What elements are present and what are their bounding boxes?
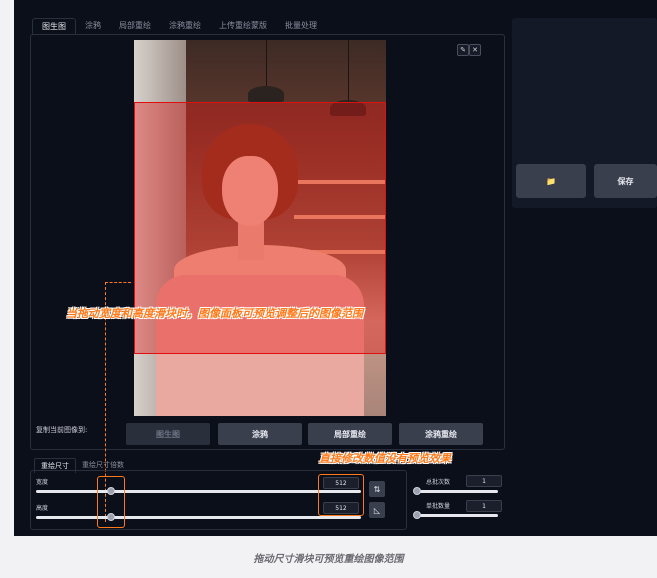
height-slider[interactable]	[36, 516, 361, 519]
tab-inpaint[interactable]: 局部重绘	[110, 18, 160, 34]
figure-caption: 拖动尺寸滑块可预览重绘图像范围	[253, 554, 404, 565]
folder-icon: 📁	[546, 176, 556, 186]
open-folder-button[interactable]: 📁	[516, 164, 586, 198]
aspect-ratio-button[interactable]: ◺	[369, 502, 385, 518]
overlay-annotation: 当拖动宽度和高度滑块时，图像面板可预览调整后的图像范围	[66, 307, 363, 320]
input-annotation: 直接修改数值没有预览效果	[319, 452, 451, 465]
mode-tabs: 图生图 涂鸦 局部重绘 涂鸦重绘 上传重绘蒙版 批量处理	[32, 18, 326, 35]
edit-icon[interactable]: ✎	[457, 44, 469, 56]
batch-size-input[interactable]: 1	[466, 500, 502, 512]
copy-to-label: 复制当前图像到:	[36, 426, 88, 434]
slider-highlight	[97, 476, 125, 528]
input-highlight	[318, 474, 364, 516]
batch-count-thumb[interactable]	[413, 487, 421, 495]
batch-size-slider[interactable]	[414, 514, 498, 517]
input-image[interactable]	[134, 40, 386, 416]
tab-sketch[interactable]: 涂鸦	[76, 18, 110, 34]
width-slider[interactable]	[36, 490, 361, 493]
width-label: 宽度	[36, 479, 49, 486]
batch-count-input[interactable]: 1	[466, 475, 502, 487]
batch-count-label: 总批次数	[426, 479, 451, 486]
tab-inpaint-sketch[interactable]: 涂鸦重绘	[160, 18, 210, 34]
batch-size-label: 单批数量	[426, 503, 451, 510]
app-window: 图生图 涂鸦 局部重绘 涂鸦重绘 上传重绘蒙版 批量处理 ✎ ✕ 当拖动宽度和高…	[14, 0, 657, 536]
lamp-cord	[266, 40, 267, 88]
send-to-inpaint-button[interactable]: 局部重绘	[308, 423, 392, 445]
lamp-cord	[348, 40, 349, 102]
tab-img2img[interactable]: 图生图	[32, 18, 76, 35]
send-to-inpaint-sketch-button[interactable]: 涂鸦重绘	[399, 423, 483, 445]
batch-panel: 总批次数 1 单批数量 1	[410, 470, 503, 528]
tab-batch[interactable]: 批量处理	[276, 18, 326, 34]
annotation-connector	[105, 282, 131, 283]
batch-size-thumb[interactable]	[413, 511, 421, 519]
send-to-sketch-button[interactable]: 涂鸦	[218, 423, 302, 445]
pendant-lamp	[248, 86, 284, 102]
send-to-img2img-button[interactable]: 图生图	[126, 423, 210, 445]
save-button[interactable]: 保存	[594, 164, 657, 198]
height-label: 高度	[36, 505, 49, 512]
close-icon[interactable]: ✕	[469, 44, 481, 56]
swap-dimensions-button[interactable]: ⇅	[369, 481, 385, 497]
batch-count-slider[interactable]	[414, 490, 498, 493]
tab-inpaint-upload[interactable]: 上传重绘蒙版	[210, 18, 276, 34]
